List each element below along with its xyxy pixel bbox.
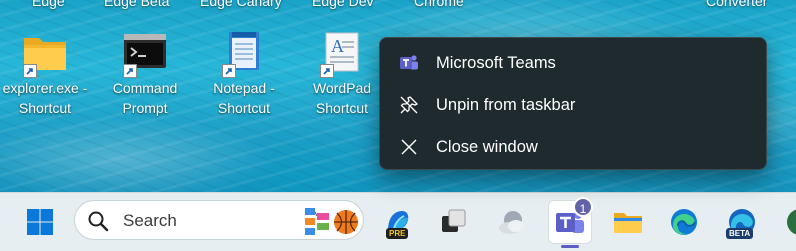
taskbar-context-menu: Microsoft Teams Unpin from taskbar Close…	[379, 37, 767, 170]
start-button[interactable]	[18, 200, 62, 244]
desktop-icon-notepad[interactable]: Notepad - Shortcut	[196, 30, 292, 118]
desktop-icon-label: Shortcut	[217, 100, 271, 116]
desktop-label-edge-beta[interactable]: Edge Beta	[104, 0, 169, 9]
desktop-label-chrome[interactable]: Chrome	[414, 0, 464, 9]
pre-badge: PRE	[386, 228, 409, 239]
svg-text:A: A	[331, 36, 344, 56]
desktop-icon-command-prompt[interactable]: Command Prompt	[97, 30, 193, 118]
desktop-label-edge[interactable]: Edge	[32, 0, 65, 9]
desktop-icon-label: Prompt	[122, 100, 168, 116]
windows-logo-icon	[27, 209, 53, 235]
teams-icon	[399, 53, 419, 73]
taskbar-microsoft-teams[interactable]: 1	[548, 197, 593, 248]
desktop-icon-label: Command	[112, 80, 178, 96]
active-indicator	[561, 245, 579, 248]
search-placeholder: Search	[123, 211, 177, 230]
desktop-icon-label: Shortcut	[315, 100, 369, 116]
menu-item-label: Unpin from taskbar	[436, 96, 576, 114]
desktop-label-edge-canary[interactable]: Edge Canary	[200, 0, 282, 9]
folder-icon	[614, 213, 642, 233]
beta-badge: BETA	[726, 228, 754, 239]
shortcut-arrow-icon	[123, 64, 137, 78]
shortcut-arrow-icon	[222, 64, 236, 78]
taskbar-task-view[interactable]	[432, 200, 476, 244]
notepad-icon	[220, 30, 268, 78]
desktop-label-converter[interactable]: Converter	[706, 0, 767, 9]
taskbar-edge-beta[interactable]: BETA	[720, 200, 764, 244]
desktop-top-row-labels: Edge Edge Beta Edge Canary Edge Dev Chro…	[0, 0, 796, 9]
menu-item-microsoft-teams[interactable]: Microsoft Teams	[380, 43, 766, 83]
shortcut-arrow-icon	[320, 64, 334, 78]
taskbar-file-explorer[interactable]	[606, 200, 650, 244]
search-highlight-icon	[303, 204, 361, 238]
desktop-icon-explorer[interactable]: explorer.exe - Shortcut	[0, 30, 93, 118]
menu-item-label: Close window	[436, 138, 538, 156]
weather-icon	[499, 211, 524, 234]
desktop-icon-label: WordPad	[312, 80, 372, 96]
desktop-icon-label: Shortcut	[18, 100, 72, 116]
menu-item-close-window[interactable]: Close window	[380, 127, 766, 167]
desktop-icon-wordpad[interactable]: A WordPad Shortcut	[294, 30, 390, 118]
wordpad-icon: A	[318, 30, 366, 78]
close-icon	[399, 137, 419, 157]
unpin-icon	[399, 95, 419, 115]
menu-item-label: Microsoft Teams	[436, 54, 556, 72]
taskbar: Search PRE 1 BETA	[0, 192, 796, 251]
taskbar-overflow-app[interactable]	[778, 200, 796, 244]
taskbar-search-box[interactable]: Search	[74, 200, 364, 240]
taskbar-edge[interactable]	[662, 200, 706, 244]
taskbar-weather[interactable]	[490, 200, 534, 244]
edge-icon	[671, 209, 697, 235]
desktop-icon-label: explorer.exe -	[2, 80, 88, 96]
menu-item-unpin-from-taskbar[interactable]: Unpin from taskbar	[380, 85, 766, 125]
task-view-icon	[442, 209, 466, 232]
desktop-icon-label: Notepad -	[213, 80, 275, 96]
shortcut-arrow-icon	[23, 64, 37, 78]
desktop-label-edge-dev[interactable]: Edge Dev	[312, 0, 373, 9]
folder-icon	[21, 30, 69, 78]
terminal-icon	[121, 30, 169, 78]
taskbar-copilot-pre[interactable]: PRE	[376, 200, 420, 244]
partial-app-icon	[787, 209, 796, 235]
search-icon	[88, 211, 109, 232]
notification-badge: 1	[573, 197, 593, 217]
